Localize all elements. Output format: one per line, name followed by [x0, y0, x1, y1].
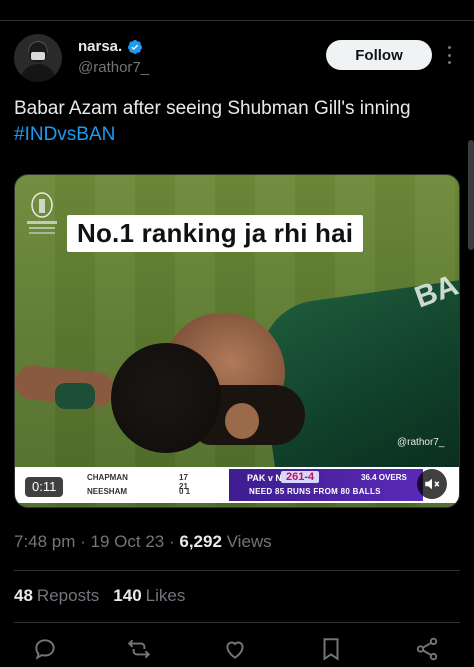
reply-icon[interactable] — [32, 636, 58, 662]
display-name[interactable]: narsa. — [78, 38, 122, 55]
timestamp[interactable]: 7:48 pm · 19 Oct 23 · — [14, 532, 179, 551]
action-bar — [22, 636, 442, 664]
top-divider — [0, 20, 474, 21]
target-requirement: NEED 85 RUNS FROM 80 BALLS — [249, 487, 381, 496]
video-watermark: @rathor7_ — [397, 437, 445, 448]
divider — [14, 570, 460, 571]
reposts-stat[interactable]: 48 Reposts — [14, 586, 99, 606]
scrollbar-thumb[interactable] — [468, 140, 474, 250]
batters-panel: CHAPMAN 17 21 NEESHAM 0 1 — [65, 469, 195, 501]
batter-name: NEESHAM — [87, 487, 128, 496]
meme-caption: No.1 ranking ja rhi hai — [67, 215, 364, 252]
repost-icon[interactable] — [126, 636, 152, 662]
speaker-muted-icon — [425, 478, 440, 490]
tweet-text: Babar Azam after seeing Shubman Gill's i… — [14, 96, 460, 148]
likes-label: Likes — [145, 586, 186, 605]
verified-badge-icon — [128, 39, 143, 54]
reposts-label: Reposts — [36, 586, 100, 605]
tweet-header: narsa. @rathor7_ Follow — [14, 34, 460, 86]
like-heart-icon[interactable] — [222, 636, 248, 662]
engagement-stats: 48 Reposts 140 Likes — [14, 586, 185, 606]
video-player[interactable]: BA No.1 ranking ja rhi hai @rathor7_ CHA… — [14, 174, 460, 508]
likes-stat[interactable]: 140 Likes — [113, 586, 185, 606]
views-count: 6,292 — [179, 532, 222, 551]
likes-count: 140 — [113, 586, 142, 605]
match-score-panel: PAK v NZ 261-4 36.4 OVERS NEED 85 RUNS F… — [229, 469, 423, 501]
more-options-icon[interactable] — [446, 46, 452, 64]
tweet-body: Babar Azam after seeing Shubman Gill's i… — [14, 98, 411, 119]
scoreboard-bar: CHAPMAN 17 21 NEESHAM 0 1 PAK v NZ 261-4… — [15, 467, 459, 503]
follow-button[interactable]: Follow — [326, 40, 432, 70]
tweet-meta: 7:48 pm · 19 Oct 23 · 6,292 Views — [14, 532, 272, 552]
bookmark-icon[interactable] — [318, 636, 344, 662]
world-cup-logo-icon — [27, 192, 57, 234]
avatar[interactable] — [14, 34, 62, 82]
share-icon[interactable] — [414, 636, 440, 662]
hashtag-link[interactable]: #INDvsBAN — [14, 124, 115, 145]
video-time-badge: 0:11 — [25, 477, 64, 497]
overs: 36.4 OVERS — [361, 473, 407, 482]
author-handle[interactable]: @rathor7_ — [78, 59, 149, 76]
batter-score: 0 1 — [179, 487, 191, 496]
divider — [14, 622, 460, 623]
match-score: 261-4 — [281, 471, 320, 483]
batter-name: CHAPMAN — [87, 473, 128, 482]
views-label: Views — [221, 532, 272, 551]
author-names: narsa. @rathor7_ — [78, 38, 149, 76]
reposts-count: 48 — [14, 586, 33, 605]
mute-button[interactable] — [417, 469, 447, 499]
